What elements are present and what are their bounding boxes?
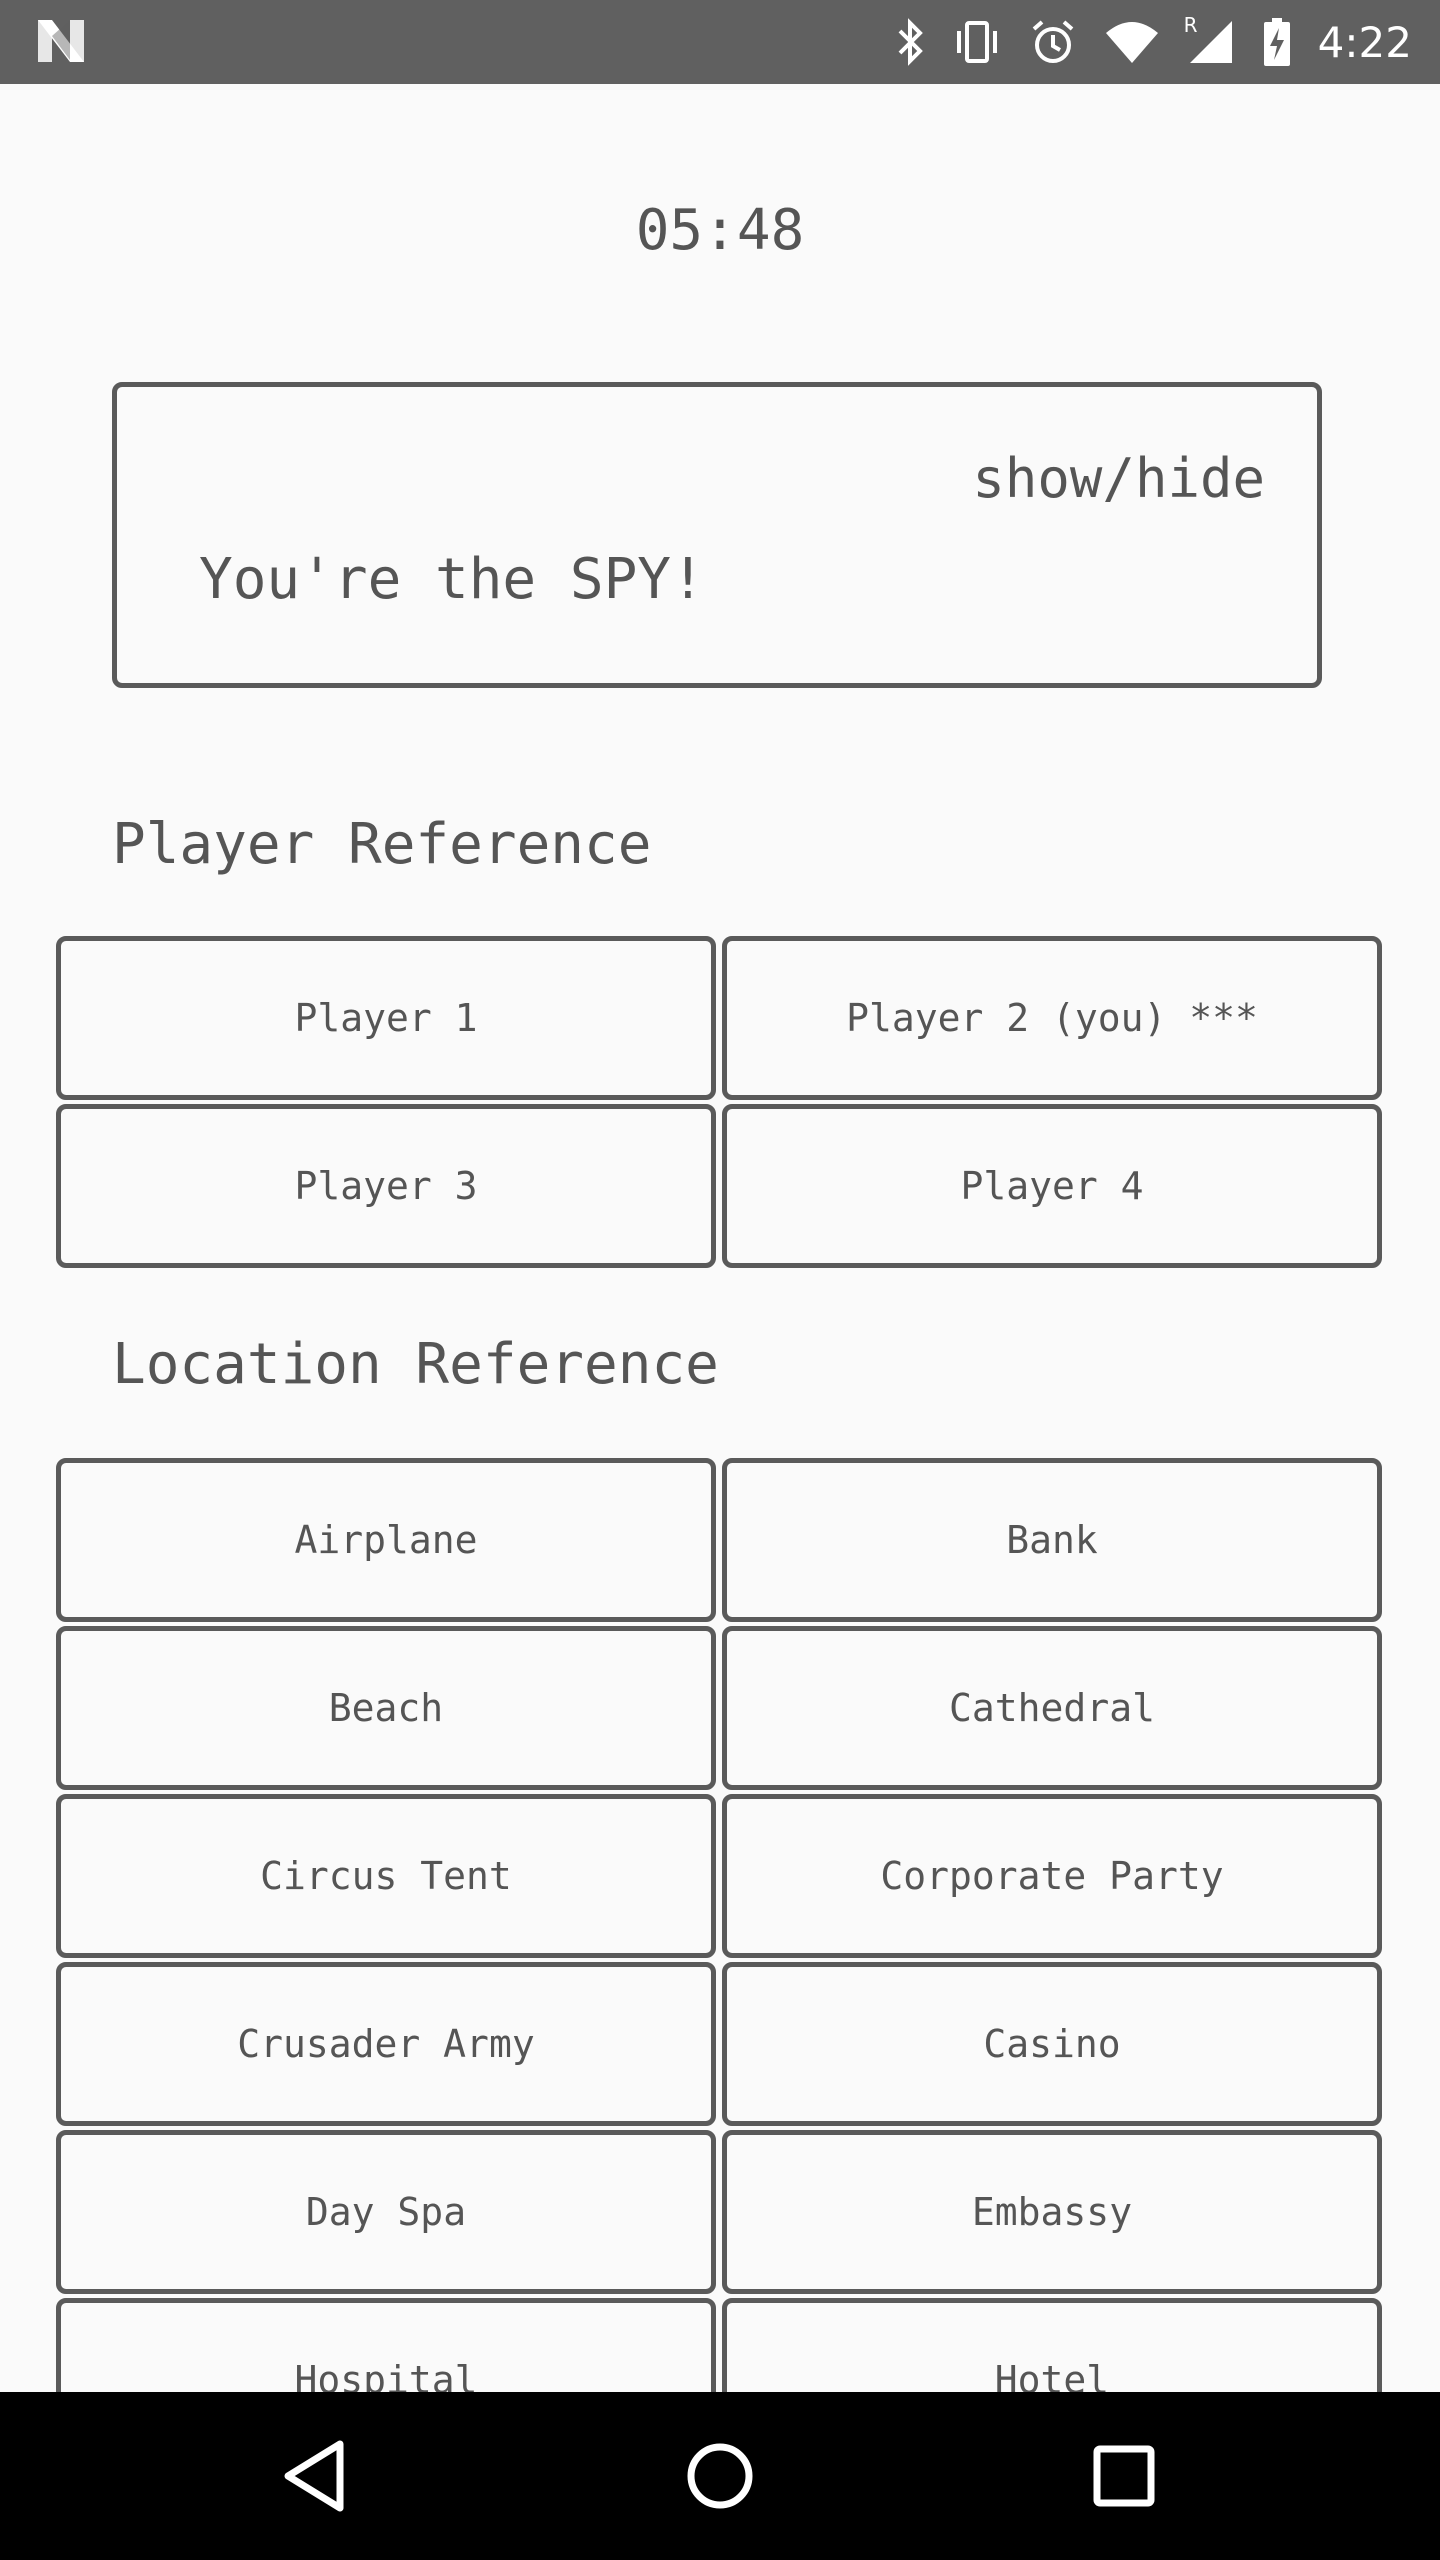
show-hide-toggle[interactable]: show/hide	[972, 447, 1265, 510]
signal-roaming-icon: R	[1184, 13, 1236, 67]
player-button[interactable]: Player 1	[56, 936, 716, 1100]
player-button[interactable]: Player 2 (you) ***	[722, 936, 1382, 1100]
location-button[interactable]: Beach	[56, 1626, 716, 1790]
bluetooth-icon	[896, 17, 926, 67]
status-bar: R 4:22	[0, 0, 1440, 84]
location-reference-grid: Airplane Bank Beach Cathedral Circus Ten…	[56, 1458, 1384, 2462]
back-icon[interactable]	[274, 2434, 358, 2518]
roaming-label: R	[1183, 13, 1198, 37]
home-icon[interactable]	[678, 2434, 762, 2518]
location-button[interactable]: Airplane	[56, 1458, 716, 1622]
wifi-icon	[1104, 17, 1160, 67]
location-button[interactable]: Day Spa	[56, 2130, 716, 2294]
alarm-icon	[1028, 17, 1078, 67]
status-time: 4:22	[1317, 17, 1412, 67]
player-button[interactable]: Player 3	[56, 1104, 716, 1268]
location-button[interactable]: Circus Tent	[56, 1794, 716, 1958]
notification-n-icon	[34, 16, 88, 66]
location-button[interactable]: Casino	[722, 1962, 1382, 2126]
navigation-bar	[0, 2392, 1440, 2560]
vibrate-icon	[952, 17, 1002, 67]
location-button[interactable]: Corporate Party	[722, 1794, 1382, 1958]
role-card: show/hide You're the SPY!	[112, 382, 1322, 688]
recents-icon[interactable]	[1082, 2434, 1166, 2518]
battery-charging-icon	[1262, 16, 1292, 68]
player-reference-heading: Player Reference	[112, 812, 652, 877]
game-timer: 05:48	[635, 198, 805, 263]
location-button[interactable]: Crusader Army	[56, 1962, 716, 2126]
role-text: You're the SPY!	[199, 547, 705, 612]
location-button[interactable]: Bank	[722, 1458, 1382, 1622]
location-button[interactable]: Embassy	[722, 2130, 1382, 2294]
player-reference-grid: Player 1 Player 2 (you) *** Player 3 Pla…	[56, 936, 1384, 1268]
location-reference-heading: Location Reference	[112, 1332, 719, 1397]
location-button[interactable]: Cathedral	[722, 1626, 1382, 1790]
player-button[interactable]: Player 4	[722, 1104, 1382, 1268]
